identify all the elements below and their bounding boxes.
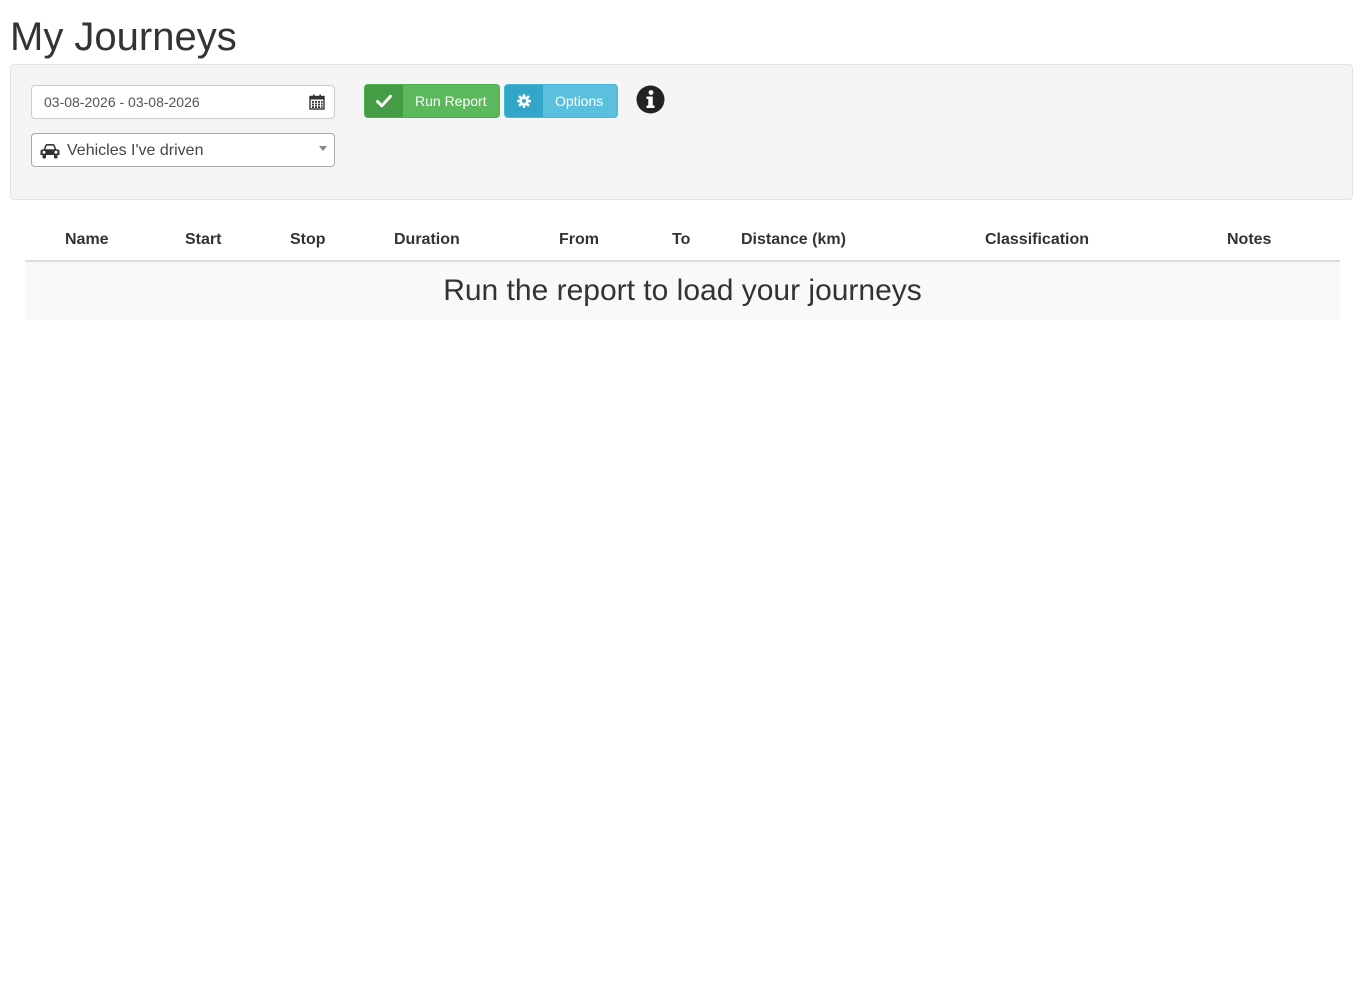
options-button[interactable]: Options bbox=[504, 84, 618, 118]
column-header-distance[interactable]: Distance (km) bbox=[741, 220, 985, 262]
column-header-from[interactable]: From bbox=[559, 220, 672, 262]
page-title: My Journeys bbox=[10, 15, 237, 59]
journeys-table: Name Start Stop Duration From To Distanc… bbox=[25, 220, 1340, 320]
info-icon[interactable] bbox=[636, 85, 665, 114]
empty-state-message: Run the report to load your journeys bbox=[25, 261, 1340, 320]
date-range-input[interactable]: 03-08-2026 - 03-08-2026 bbox=[31, 85, 335, 119]
vehicle-select-value: Vehicles I've driven bbox=[67, 142, 204, 159]
check-icon-box bbox=[365, 85, 403, 117]
column-header-stop[interactable]: Stop bbox=[290, 220, 394, 262]
options-label: Options bbox=[555, 93, 604, 109]
column-header-name[interactable]: Name bbox=[25, 220, 185, 262]
column-header-duration[interactable]: Duration bbox=[394, 220, 559, 262]
column-header-classification[interactable]: Classification bbox=[985, 220, 1227, 262]
table-header-row: Name Start Stop Duration From To Distanc… bbox=[25, 220, 1340, 262]
chevron-down-icon[interactable] bbox=[319, 146, 327, 151]
run-report-button[interactable]: Run Report bbox=[364, 84, 500, 118]
calendar-icon[interactable] bbox=[309, 94, 325, 110]
column-header-to[interactable]: To bbox=[672, 220, 741, 262]
filter-panel: 03-08-2026 - 03-08-2026 Vehicles I've dr… bbox=[10, 64, 1353, 200]
vehicle-select[interactable]: Vehicles I've driven bbox=[31, 133, 335, 167]
date-range-value: 03-08-2026 - 03-08-2026 bbox=[44, 94, 200, 110]
gear-icon bbox=[517, 94, 531, 108]
car-icon bbox=[40, 144, 60, 159]
column-header-notes[interactable]: Notes bbox=[1227, 220, 1340, 262]
table-row: Run the report to load your journeys bbox=[25, 261, 1340, 320]
check-icon bbox=[376, 94, 392, 108]
run-report-label: Run Report bbox=[415, 93, 487, 109]
gear-icon-box bbox=[505, 85, 543, 117]
column-header-start[interactable]: Start bbox=[185, 220, 290, 262]
